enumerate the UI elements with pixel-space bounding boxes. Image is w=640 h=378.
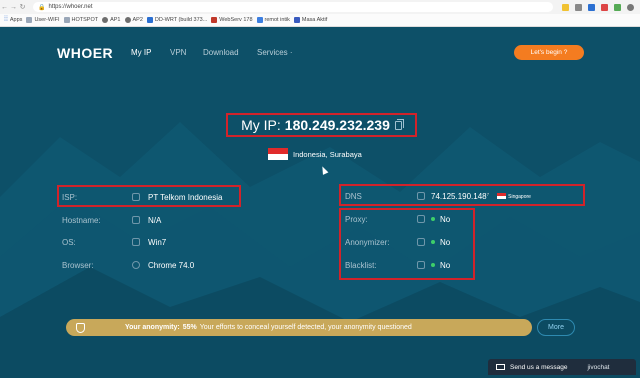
hostname-value: N/A	[148, 215, 162, 225]
chat-brand: jivochat	[587, 363, 610, 371]
whoer-page: WHOER My IP VPN Download Services · Let'…	[0, 27, 640, 378]
dns-highlight	[339, 184, 585, 206]
apps-grid-icon: ⁞⁞	[4, 16, 8, 23]
lets-begin-button[interactable]: Let's begin ?	[514, 45, 584, 60]
browser-value: Chrome 74.0	[148, 260, 195, 270]
chat-widget[interactable]: Send us a message jivochat	[488, 359, 636, 375]
indonesia-flag-icon	[268, 148, 288, 160]
location: Indonesia, Surabaya	[268, 148, 362, 160]
address-bar[interactable]: 🔒 https://whoer.net	[33, 2, 553, 12]
windows-icon	[132, 238, 140, 246]
bookmark-ap2[interactable]: AP2	[124, 17, 143, 23]
browser-label: Browser:	[62, 260, 94, 270]
dd-wrt-icon	[146, 17, 153, 23]
bookmark-ap1[interactable]: AP1	[102, 17, 121, 23]
back-arrow-icon[interactable]: ←	[0, 4, 9, 11]
menu-icon[interactable]	[627, 3, 634, 11]
hostname-label: Hostname:	[62, 215, 101, 225]
anonymity-message: Your efforts to conceal yourself detecte…	[199, 324, 412, 331]
os-row: OS: Win7	[62, 235, 242, 249]
whoer-logo[interactable]: WHOER	[57, 45, 113, 61]
more-button[interactable]: More	[537, 319, 575, 336]
extension-icon[interactable]	[601, 3, 608, 11]
bookmark-dd-wrt[interactable]: DD-WRT (build 373...	[146, 17, 207, 23]
os-label: OS:	[62, 237, 76, 247]
anonymity-prefix: Your anonymity:	[125, 324, 180, 331]
browser-toolbar: ← → ↻ 🔒 https://whoer.net	[0, 0, 640, 14]
webserv-icon	[211, 17, 218, 23]
ms-icon	[293, 17, 300, 23]
extension-icon[interactable]	[575, 3, 582, 11]
bookmark-icon	[63, 17, 70, 23]
isp-highlight	[57, 185, 241, 207]
shield-icon	[76, 322, 85, 333]
bookmarks-bar: ⁞⁞ Apps User-WIFI HOTSPOT AP1 AP2 DD-WRT …	[0, 14, 640, 27]
bookmark-remot[interactable]: remot intik	[256, 17, 290, 23]
nav-vpn[interactable]: VPN	[170, 48, 186, 57]
ip-address: 180.249.232.239	[284, 117, 390, 133]
network-icon	[124, 17, 131, 23]
copy-icon[interactable]	[394, 118, 405, 130]
bookmark-webserv[interactable]: WebServ 178	[211, 17, 253, 23]
envelope-icon	[496, 364, 505, 370]
nav-my-ip[interactable]: My IP	[131, 48, 151, 57]
bookmark-icon	[26, 17, 33, 23]
bookmark-apps[interactable]: ⁞⁞ Apps	[4, 16, 22, 23]
browser-row: Browser: Chrome 74.0	[62, 258, 242, 272]
chrome-icon	[132, 261, 140, 269]
reload-icon[interactable]: ↻	[18, 3, 27, 11]
bookmark-masa-aktif[interactable]: Masa Aktif	[293, 17, 327, 23]
nav-download[interactable]: Download	[203, 48, 239, 57]
hostname-row: Hostname: N/A	[62, 213, 242, 227]
forward-arrow-icon[interactable]: →	[9, 4, 18, 11]
checks-highlight	[339, 208, 475, 280]
bookmark-hotspot[interactable]: HOTSPOT	[63, 17, 98, 23]
network-icon	[102, 17, 109, 23]
my-ip-label: My IP:	[241, 117, 281, 133]
location-text: Indonesia, Surabaya	[293, 149, 362, 159]
chat-label: Send us a message	[510, 363, 568, 371]
top-navigation: WHOER My IP VPN Download Services · Let'…	[0, 27, 640, 77]
hostname-icon	[132, 216, 140, 224]
extension-icon[interactable]	[614, 3, 621, 11]
my-ip-box: My IP: 180.249.232.239	[226, 113, 417, 137]
remote-icon	[256, 17, 263, 23]
anonymity-bar: Your anonymity: 55% Your efforts to conc…	[66, 319, 532, 336]
nav-services[interactable]: Services ·	[257, 48, 293, 57]
star-icon[interactable]	[562, 3, 569, 11]
anonymity-percent: 55%	[182, 324, 197, 331]
extension-icon[interactable]	[588, 3, 595, 11]
os-value: Win7	[148, 237, 167, 247]
lock-icon: 🔒	[38, 4, 46, 11]
bookmark-user-wifi[interactable]: User-WIFI	[26, 17, 60, 23]
url-text: https://whoer.net	[48, 4, 93, 10]
